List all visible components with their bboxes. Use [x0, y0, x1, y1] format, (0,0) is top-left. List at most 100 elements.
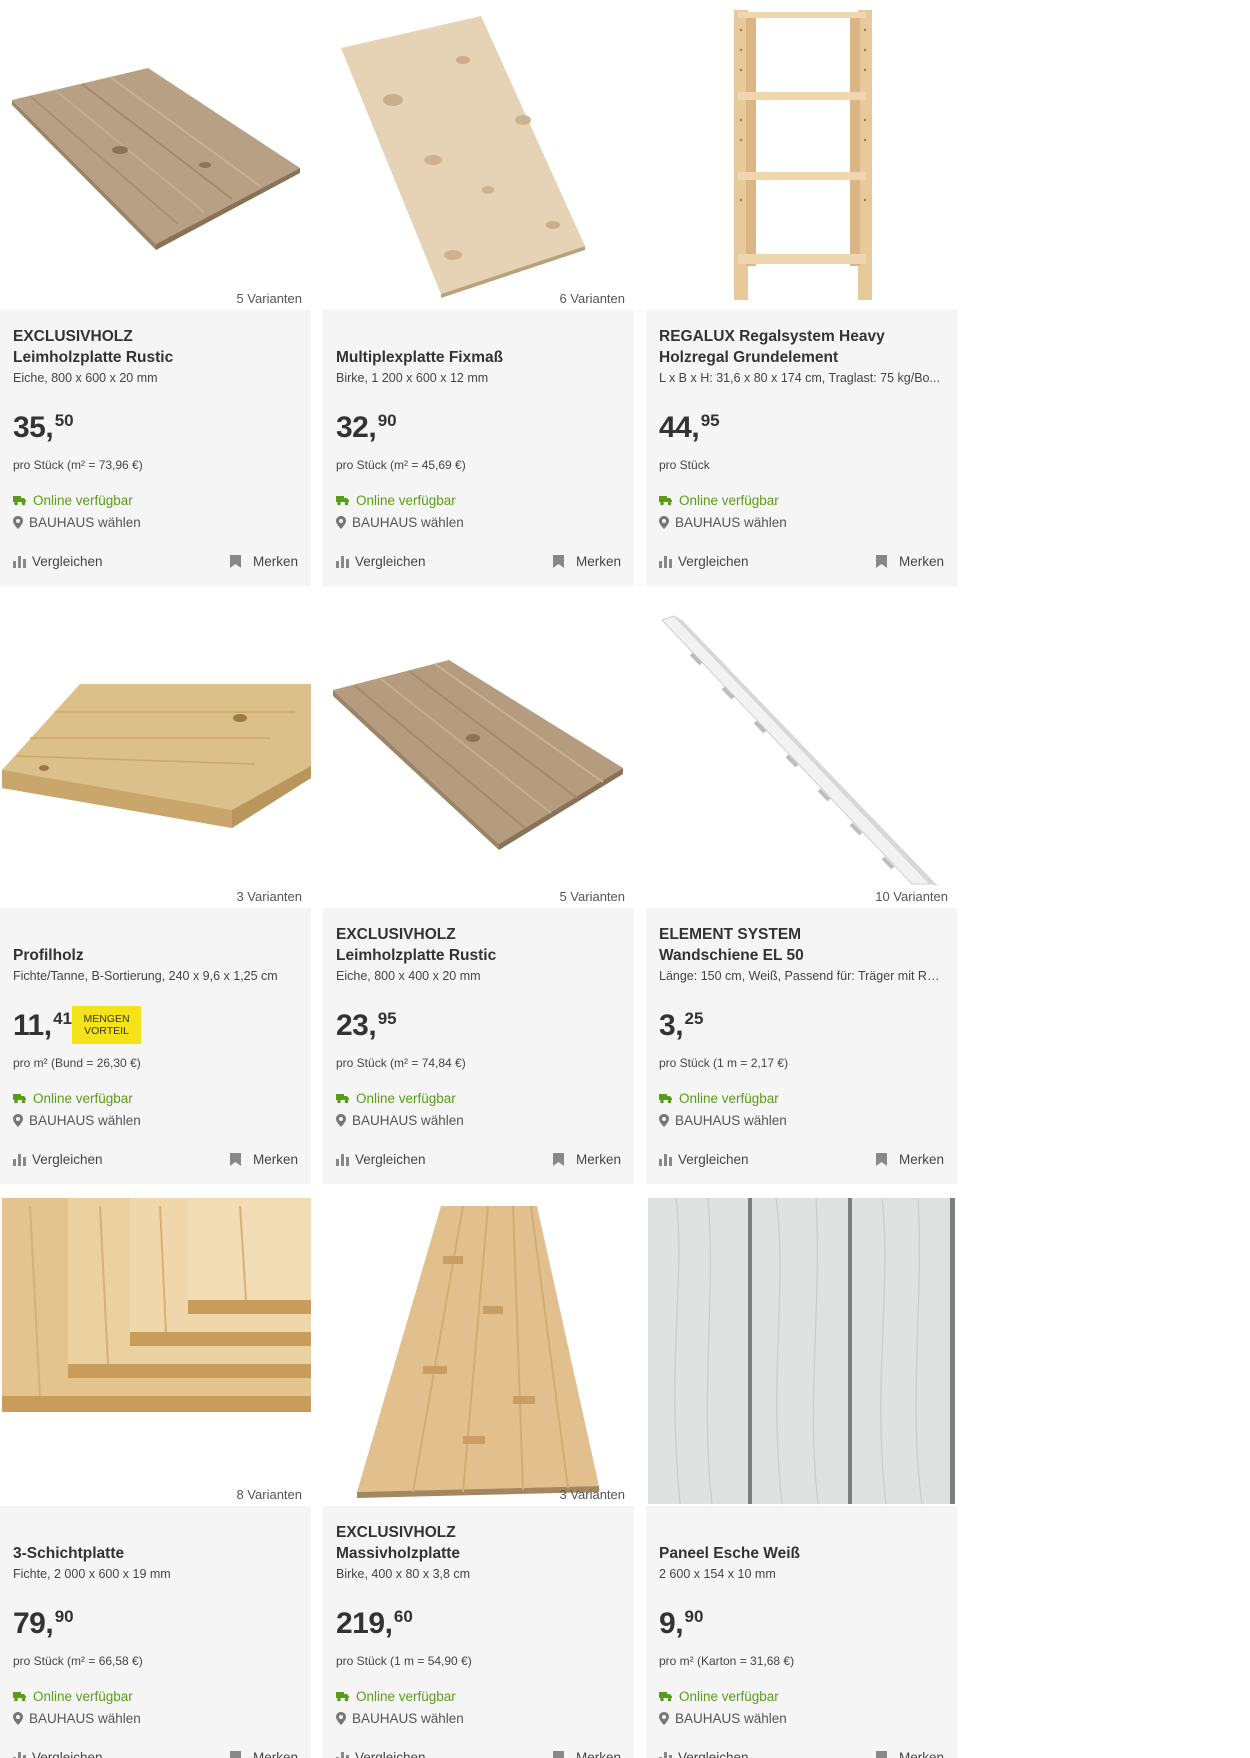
variants-label: 5 Varianten [559, 889, 625, 904]
volume-discount-badge: MENGEN VORTEIL [72, 1006, 141, 1044]
product-title[interactable]: EXCLUSIVHOLZ Leimholzplatte Rustic [336, 920, 626, 966]
product-description: L x B x H: 31,6 x 80 x 174 cm, Traglast:… [659, 371, 940, 385]
product-price: 9, 90 [659, 1607, 703, 1643]
store-label: BAUHAUS wählen [29, 1711, 141, 1726]
save-button[interactable]: Merken [229, 1152, 298, 1167]
store-label: BAUHAUS wählen [29, 1113, 141, 1128]
product-grid: 5 Varianten EXCLUSIVHOLZ Leimholzplatte … [0, 0, 957, 1758]
save-button[interactable]: Merken [229, 1750, 298, 1758]
store-select[interactable]: BAUHAUS wählen [336, 515, 464, 530]
product-description: Eiche, 800 x 400 x 20 mm [336, 969, 481, 983]
product-card[interactable]: Paneel Esche Weiß 2 600 x 154 x 10 mm 9,… [646, 1196, 957, 1758]
product-card[interactable]: 5 Varianten EXCLUSIVHOLZ Leimholzplatte … [0, 0, 311, 586]
product-title[interactable]: 3-Schichtplatte [13, 1518, 303, 1564]
product-name: Profilholz [13, 947, 84, 964]
save-button[interactable]: Merken [875, 1152, 944, 1167]
product-card[interactable]: 3 Varianten Profilholz Fichte/Tanne, B-S… [0, 598, 311, 1184]
product-card[interactable]: REGALUX Regalsystem Heavy Holzregal Grun… [646, 0, 957, 586]
store-select[interactable]: BAUHAUS wählen [659, 1711, 787, 1726]
price-integer: 11 [13, 1009, 44, 1042]
product-image[interactable]: 3 Varianten [323, 1196, 634, 1506]
compare-bars-icon [336, 555, 349, 568]
save-label: Merken [898, 554, 944, 569]
store-select[interactable]: BAUHAUS wählen [659, 1113, 787, 1128]
compare-bars-icon [13, 555, 26, 568]
variants-label: 3 Varianten [559, 1487, 625, 1502]
save-button[interactable]: Merken [229, 554, 298, 569]
location-pin-icon [13, 1712, 23, 1725]
online-availability: Online verfügbar [13, 1091, 133, 1106]
save-button[interactable]: Merken [552, 1152, 621, 1167]
product-image[interactable] [646, 0, 957, 310]
unit-price: pro Stück (1 m = 54,90 €) [336, 1654, 472, 1668]
compare-button[interactable]: Vergleichen [336, 554, 426, 569]
online-label: Online verfügbar [679, 493, 779, 508]
product-name: Leimholzplatte Rustic [13, 349, 174, 366]
product-name: Wandschiene EL 50 [659, 947, 804, 964]
save-label: Merken [575, 1152, 621, 1167]
location-pin-icon [336, 1114, 346, 1127]
online-availability: Online verfügbar [13, 1689, 133, 1704]
store-select[interactable]: BAUHAUS wählen [336, 1113, 464, 1128]
product-card[interactable]: 5 Varianten EXCLUSIVHOLZ Leimholzplatte … [323, 598, 634, 1184]
variants-label: 3 Varianten [236, 889, 302, 904]
product-price: 79, 90 [13, 1607, 74, 1643]
product-price: 23, 95 [336, 1009, 397, 1045]
product-title[interactable]: Profilholz [13, 920, 303, 966]
compare-button[interactable]: Vergleichen [13, 1750, 103, 1758]
bookmark-icon [229, 1153, 241, 1166]
product-card[interactable]: 10 Varianten ELEMENT SYSTEM Wandschiene … [646, 598, 957, 1184]
compare-button[interactable]: Vergleichen [336, 1152, 426, 1167]
unit-price: pro Stück (m² = 45,69 €) [336, 458, 466, 472]
product-price: 35, 50 [13, 411, 74, 447]
product-image[interactable]: 5 Varianten [0, 0, 311, 310]
product-image[interactable]: 6 Varianten [323, 0, 634, 310]
save-button[interactable]: Merken [552, 1750, 621, 1758]
product-card[interactable]: 6 Varianten Multiplexplatte Fixmaß Birke… [323, 0, 634, 586]
product-description: Eiche, 800 x 600 x 20 mm [13, 371, 158, 385]
price-comma: , [45, 1607, 54, 1640]
save-button[interactable]: Merken [875, 554, 944, 569]
product-title[interactable]: ELEMENT SYSTEM Wandschiene EL 50 [659, 920, 949, 966]
variants-label: 10 Varianten [875, 889, 948, 904]
save-button[interactable]: Merken [875, 1750, 944, 1758]
compare-button[interactable]: Vergleichen [13, 1152, 103, 1167]
product-image[interactable]: 3 Varianten [0, 598, 311, 908]
save-button[interactable]: Merken [552, 554, 621, 569]
compare-button[interactable]: Vergleichen [13, 554, 103, 569]
white-ash-panel-image [648, 1197, 955, 1505]
compare-button[interactable]: Vergleichen [659, 1750, 749, 1758]
variants-label: 8 Varianten [236, 1487, 302, 1502]
unit-price: pro Stück (m² = 66,58 €) [13, 1654, 143, 1668]
truck-icon [336, 1094, 349, 1104]
compare-bars-icon [659, 1153, 672, 1166]
compare-button[interactable]: Vergleichen [659, 554, 749, 569]
store-label: BAUHAUS wählen [675, 1711, 787, 1726]
product-title[interactable]: EXCLUSIVHOLZ Leimholzplatte Rustic [13, 322, 303, 368]
compare-label: Vergleichen [678, 554, 749, 569]
store-select[interactable]: BAUHAUS wählen [13, 1711, 141, 1726]
compare-button[interactable]: Vergleichen [659, 1152, 749, 1167]
product-image[interactable]: 5 Varianten [323, 598, 634, 908]
product-card[interactable]: 8 Varianten 3-Schichtplatte Fichte, 2 00… [0, 1196, 311, 1758]
save-label: Merken [575, 1750, 621, 1758]
compare-button[interactable]: Vergleichen [336, 1750, 426, 1758]
oak-panel-image [333, 660, 623, 850]
product-title[interactable]: Multiplexplatte Fixmaß [336, 322, 626, 368]
price-decimal: 60 [393, 1607, 413, 1626]
product-title[interactable]: Paneel Esche Weiß [659, 1518, 949, 1564]
product-title[interactable]: EXCLUSIVHOLZ Massivholzplatte [336, 1518, 626, 1564]
truck-icon [659, 1692, 672, 1702]
store-select[interactable]: BAUHAUS wählen [13, 515, 141, 530]
price-comma: , [691, 411, 700, 444]
product-image[interactable] [646, 1196, 957, 1506]
store-select[interactable]: BAUHAUS wählen [13, 1113, 141, 1128]
online-availability: Online verfügbar [659, 493, 779, 508]
store-select[interactable]: BAUHAUS wählen [336, 1711, 464, 1726]
badge-line-1: MENGEN [83, 1013, 130, 1025]
product-image[interactable]: 10 Varianten [646, 598, 957, 908]
product-title[interactable]: REGALUX Regalsystem Heavy Holzregal Grun… [659, 322, 949, 368]
store-select[interactable]: BAUHAUS wählen [659, 515, 787, 530]
product-card[interactable]: 3 Varianten EXCLUSIVHOLZ Massivholzplatt… [323, 1196, 634, 1758]
product-image[interactable]: 8 Varianten [0, 1196, 311, 1506]
